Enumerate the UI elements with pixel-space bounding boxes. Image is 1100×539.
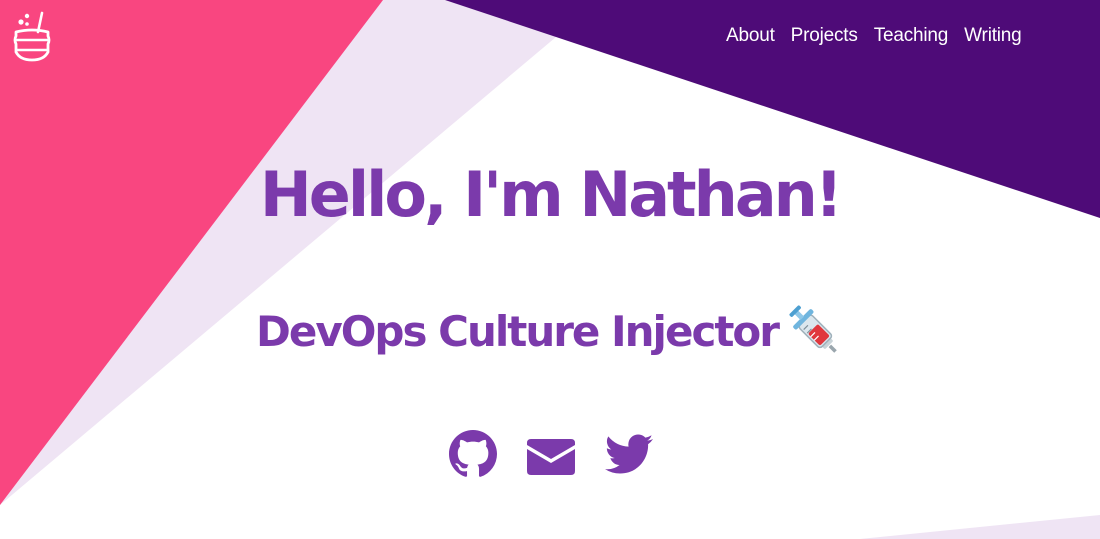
cauldron-icon [13,11,51,62]
email-link[interactable] [527,430,575,478]
bg-lavender-corner-shape [860,515,1100,539]
top-nav: About Projects Teaching Writing [718,24,1030,48]
page: About Projects Teaching Writing Hello, I… [0,0,1100,539]
nav-item-projects[interactable]: Projects [783,24,866,48]
nav-item-teaching[interactable]: Teaching [866,24,956,48]
hero-title: Hello, I'm Nathan! [259,158,843,231]
nav-item-about[interactable]: About [718,24,783,48]
hero-subtitle: DevOps Culture Injector [256,307,780,356]
logo-link[interactable] [12,10,52,62]
social-links [0,430,1100,478]
syringe-icon [786,302,844,360]
github-icon [449,430,497,477]
github-link[interactable] [449,430,497,478]
nav-item-writing[interactable]: Writing [956,24,1029,48]
twitter-icon [605,434,653,474]
hero-subtitle-row: DevOps Culture Injector [0,300,1100,364]
twitter-link[interactable] [605,430,653,478]
email-icon [527,439,575,475]
